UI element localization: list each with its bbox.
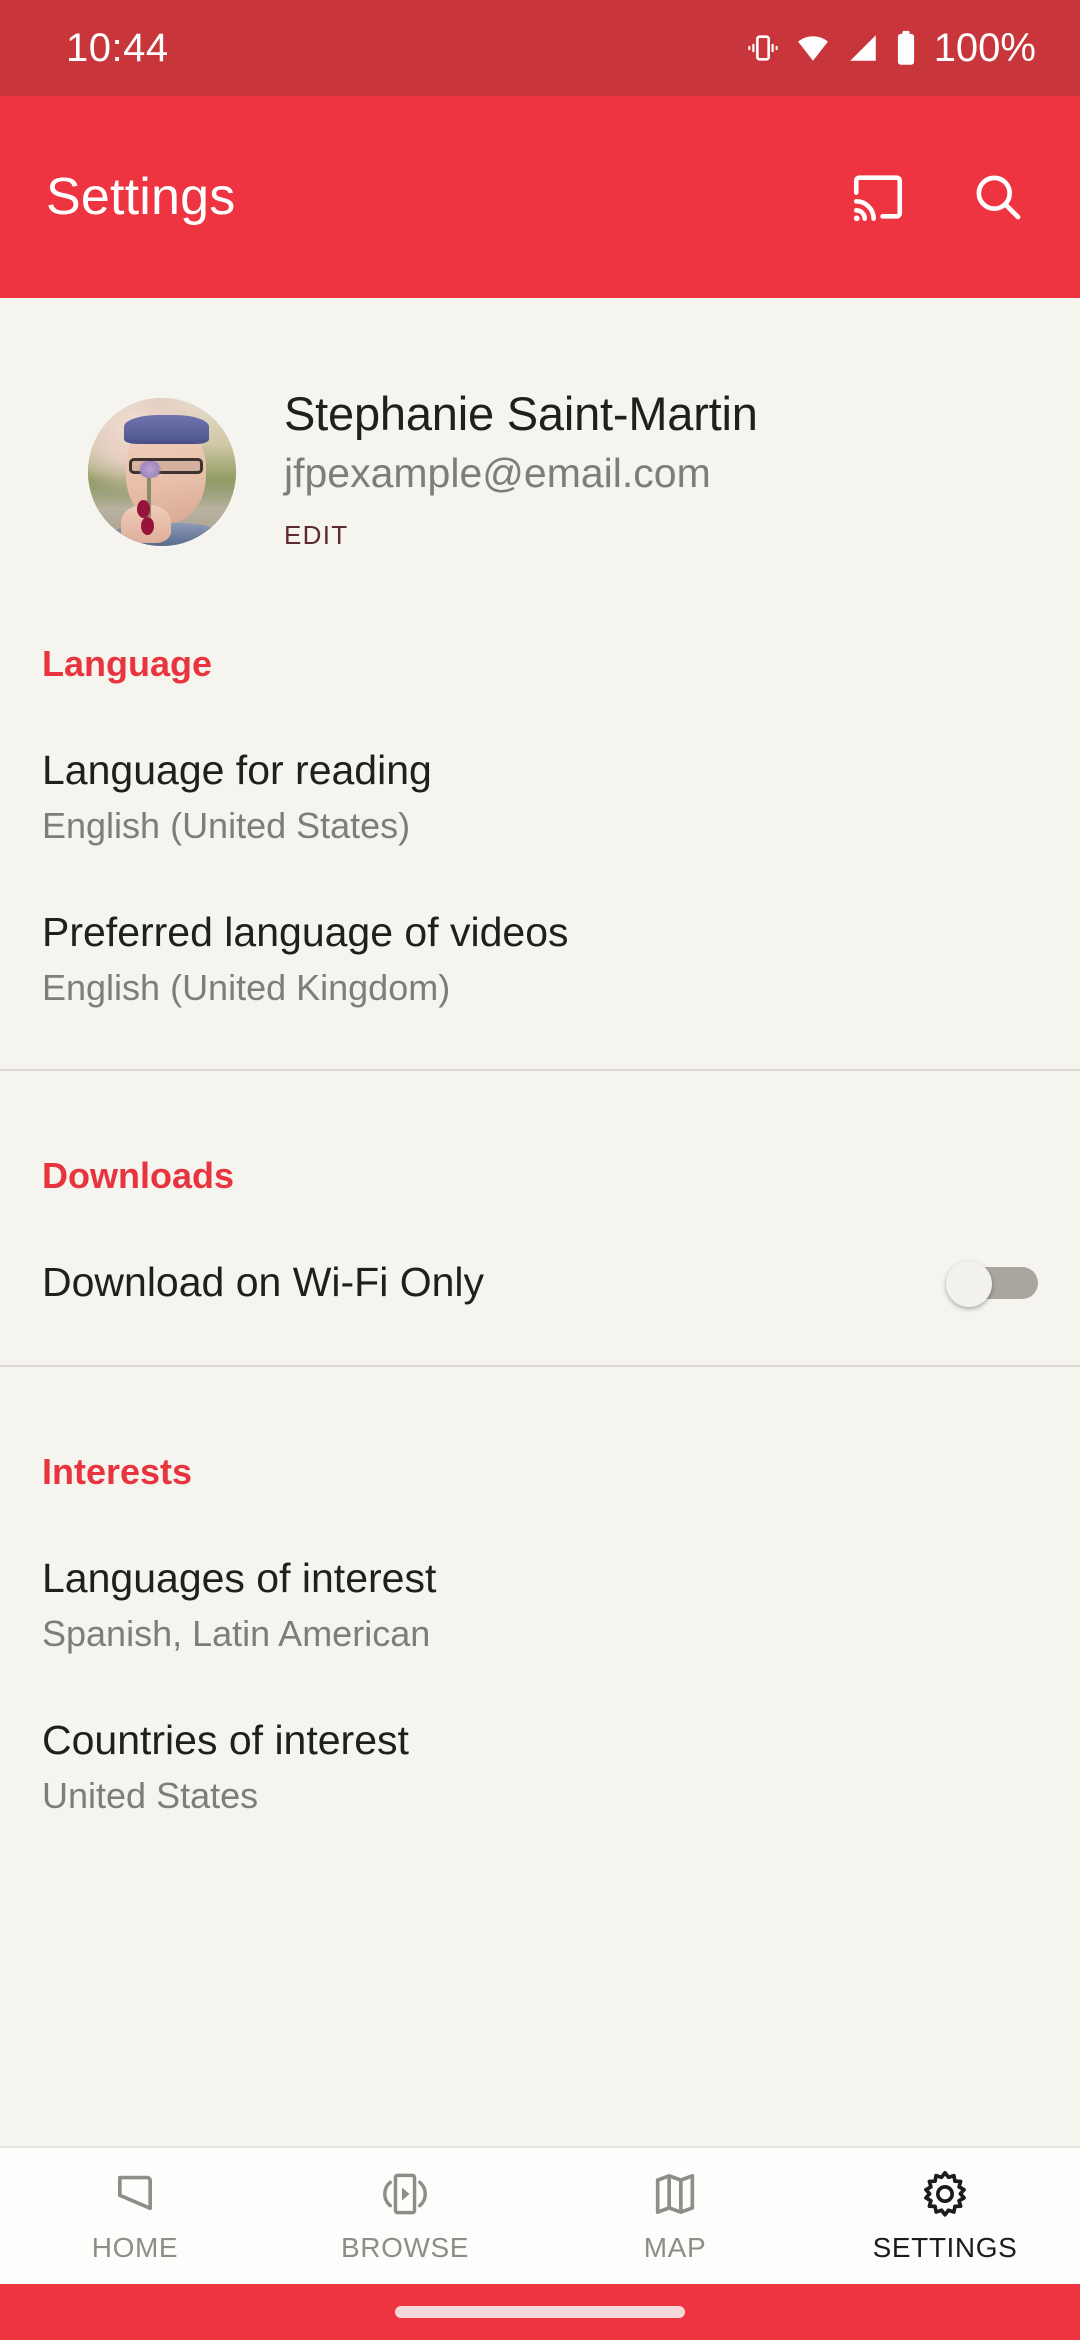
list-item-subtitle: Spanish, Latin American	[42, 1612, 431, 1654]
nav-item-map[interactable]: MAP	[540, 2168, 810, 2264]
page-title: Settings	[46, 168, 236, 226]
status-icons: 100%	[746, 28, 1036, 68]
browse-video-icon	[379, 2168, 431, 2220]
list-item-language-for-reading[interactable]: Language for reading English (United Sta…	[0, 747, 1080, 847]
app-bar-actions	[842, 161, 1034, 233]
status-time: 10:44	[66, 26, 169, 70]
list-item-languages-of-interest[interactable]: Languages of interest Spanish, Latin Ame…	[0, 1555, 1080, 1655]
cast-button[interactable]	[842, 161, 914, 233]
nav-item-home[interactable]: HOME	[0, 2168, 270, 2264]
battery-icon	[894, 30, 918, 66]
list-item-title: Countries of interest	[42, 1716, 409, 1763]
search-button[interactable]	[962, 161, 1034, 233]
profile-name: Stephanie Saint-Martin	[284, 387, 758, 440]
nav-label: HOME	[91, 2232, 179, 2263]
list-item-title: Download on Wi-Fi Only	[42, 1259, 485, 1306]
download-wifi-toggle[interactable]	[946, 1261, 1038, 1308]
status-bar: 10:44 100%	[0, 0, 1080, 96]
profile-text: Stephanie Saint-Martin jfpexample@email.…	[284, 387, 758, 557]
edit-profile-link[interactable]: EDIT	[284, 520, 758, 551]
app-bar: Settings	[0, 96, 1080, 298]
nav-label: SETTINGS	[872, 2232, 1018, 2263]
list-item-title: Language for reading	[42, 746, 432, 793]
search-icon	[970, 169, 1026, 225]
toggle-thumb	[946, 1261, 992, 1308]
nav-label: MAP	[643, 2232, 707, 2263]
list-item-download-on-wifi-only[interactable]: Download on Wi-Fi Only	[0, 1259, 1080, 1308]
home-icon	[109, 2168, 161, 2220]
vibrate-icon	[746, 31, 780, 65]
wifi-icon	[794, 31, 832, 65]
battery-percent: 100%	[933, 26, 1036, 70]
section-header-language: Language	[42, 642, 213, 684]
list-item-subtitle: United States	[42, 1775, 259, 1817]
cellular-signal-icon	[846, 31, 880, 65]
gesture-navigation-area	[0, 2284, 1080, 2340]
list-item-countries-of-interest[interactable]: Countries of interest United States	[0, 1717, 1080, 1817]
gear-icon	[919, 2168, 971, 2220]
nav-item-browse[interactable]: BROWSE	[270, 2168, 540, 2264]
profile-email: jfpexample@email.com	[284, 449, 711, 496]
nav-label: BROWSE	[340, 2232, 470, 2263]
gesture-home-bar[interactable]	[395, 2306, 685, 2318]
list-item-title: Languages of interest	[42, 1554, 437, 1601]
section-header-interests: Interests	[42, 1450, 193, 1492]
section-header-downloads: Downloads	[42, 1155, 235, 1197]
list-item-subtitle: English (United States)	[42, 804, 411, 846]
list-item-subtitle: English (United Kingdom)	[42, 967, 451, 1009]
list-item-preferred-language-of-videos[interactable]: Preferred language of videos English (Un…	[0, 909, 1080, 1009]
cast-icon	[849, 168, 907, 226]
nav-item-settings[interactable]: SETTINGS	[810, 2168, 1080, 2264]
avatar[interactable]	[88, 398, 236, 547]
list-item-title: Preferred language of videos	[42, 909, 569, 956]
bottom-navigation: HOME BROWSE MAP SETTINGS	[0, 2146, 1080, 2284]
settings-content: Stephanie Saint-Martin jfpexample@email.…	[0, 298, 1080, 2146]
map-icon	[649, 2168, 701, 2220]
profile-header[interactable]: Stephanie Saint-Martin jfpexample@email.…	[0, 298, 1080, 557]
